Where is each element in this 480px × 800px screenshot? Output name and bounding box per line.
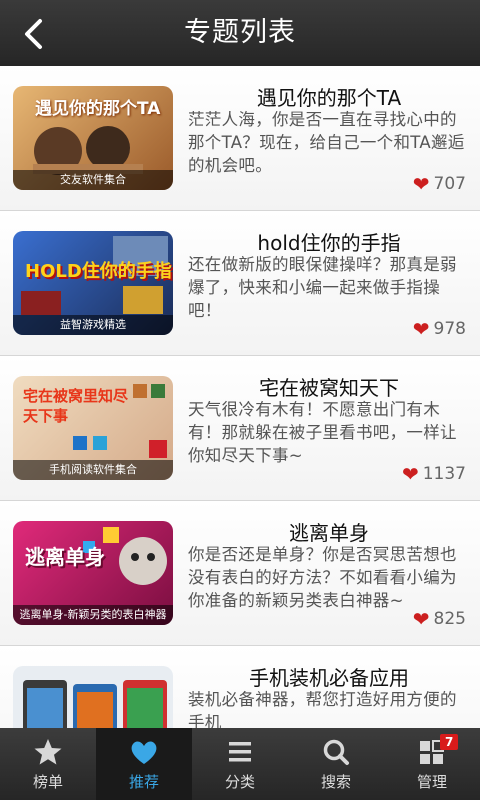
topic-list[interactable]: 遇见你的那个TA 交友软件集合 遇见你的那个TA 茫茫人海，你是否一直在寻找心中… [0, 66, 480, 728]
tab-label: 推荐 [128, 773, 159, 791]
tab-ranking[interactable]: 榜单 [0, 728, 96, 800]
search-icon [323, 739, 349, 765]
star-icon [34, 739, 62, 765]
item-description: 天气很冷有木有！不愿意出门有木有！那就躲在被子里看书吧，一样让你知尽天下事~ [188, 400, 457, 465]
like-count-value: 978 [433, 319, 466, 339]
item-description: 你是否还是单身？你是否冥思苦想也没有表白的好方法？不如看看小编为你准备的新颖另类… [188, 545, 457, 610]
tab-label: 榜单 [32, 773, 63, 791]
item-description: 装机必备神器，帮您打造好用方便的手机 [188, 690, 457, 728]
tab-label: 分类 [224, 773, 255, 791]
thumbnail-caption: 逃离单身-新颖另类的表白神器 [13, 605, 173, 625]
list-item[interactable]: HOLD住你的手指 益智游戏精选 hold住你的手指 还在做新版的眼保健操咩？那… [0, 211, 480, 356]
item-title: hold住你的手指 [257, 231, 401, 255]
thumbnail-headline: 逃离单身 [25, 545, 105, 569]
like-count-value: 825 [433, 609, 466, 629]
item-title: 宅在被窝知天下 [259, 376, 399, 400]
thumbnail-headline: HOLD住你的手指 [25, 261, 172, 282]
topic-thumbnail: HOLD住你的手指 益智游戏精选 [13, 231, 173, 335]
thumbnail-caption: 益智游戏精选 [13, 315, 173, 335]
heart-icon: ❤ [401, 462, 419, 486]
list-item[interactable]: 宅在被窝里知尽天下事 手机阅读软件集合 宅在被窝知天下 天气很冷有木有！不愿意出… [0, 356, 480, 501]
item-title: 手机装机必备应用 [249, 666, 409, 690]
topic-thumbnail: 宅在被窝里知尽天下事 手机阅读软件集合 [13, 376, 173, 480]
topic-thumbnail [13, 666, 173, 728]
page-title: 专题列表 [184, 17, 296, 48]
item-title: 逃离单身 [289, 521, 369, 545]
tab-manage[interactable]: 7 管理 [384, 728, 480, 800]
like-count[interactable]: ❤ 825 [413, 609, 466, 629]
heart-icon [131, 741, 157, 764]
header-bar: 专题列表 [0, 0, 480, 66]
like-count[interactable]: ❤ 1137 [402, 464, 466, 484]
tab-label: 管理 [416, 773, 447, 791]
like-count[interactable]: ❤ 707 [413, 174, 466, 194]
item-description: 茫茫人海，你是否一直在寻找心中的那个TA？现在，给自己一个和TA邂逅的机会吧。 [188, 110, 465, 175]
heart-icon: ❤ [412, 317, 430, 341]
list-item[interactable]: 逃离单身 逃离单身-新颖另类的表白神器 逃离单身 你是否还是单身？你是否冥思苦想… [0, 501, 480, 646]
thumbnail-art [23, 680, 167, 728]
bottom-tab-bar: 榜单 推荐 分类 搜索 7 管理 [0, 728, 480, 800]
tab-label: 搜索 [320, 773, 351, 791]
heart-icon: ❤ [412, 607, 430, 631]
list-item[interactable]: 遇见你的那个TA 交友软件集合 遇见你的那个TA 茫茫人海，你是否一直在寻找心中… [0, 66, 480, 211]
like-count-value: 1137 [422, 464, 466, 484]
thumbnail-headline: 宅在被窝里知尽天下事 [23, 387, 129, 425]
topic-thumbnail: 遇见你的那个TA 交友软件集合 [13, 86, 173, 190]
tab-recommend[interactable]: 推荐 [96, 728, 192, 800]
topic-thumbnail: 逃离单身 逃离单身-新颖另类的表白神器 [13, 521, 173, 625]
tab-search[interactable]: 搜索 [288, 728, 384, 800]
thumbnail-headline: 遇见你的那个TA [35, 99, 161, 119]
list-icon [229, 742, 251, 762]
item-title: 遇见你的那个TA [256, 86, 402, 110]
thumbnail-caption: 手机阅读软件集合 [13, 460, 173, 480]
tab-category[interactable]: 分类 [192, 728, 288, 800]
list-item[interactable]: 手机装机必备应用 装机必备神器，帮您打造好用方便的手机 [0, 646, 480, 728]
thumbnail-caption: 交友软件集合 [13, 170, 173, 190]
like-count[interactable]: ❤ 978 [413, 319, 466, 339]
item-description: 还在做新版的眼保健操咩？那真是弱爆了，快来和小编一起来做手指操吧！ [188, 255, 457, 320]
notification-badge: 7 [440, 734, 459, 750]
heart-icon: ❤ [412, 172, 430, 196]
like-count-value: 707 [433, 174, 466, 194]
